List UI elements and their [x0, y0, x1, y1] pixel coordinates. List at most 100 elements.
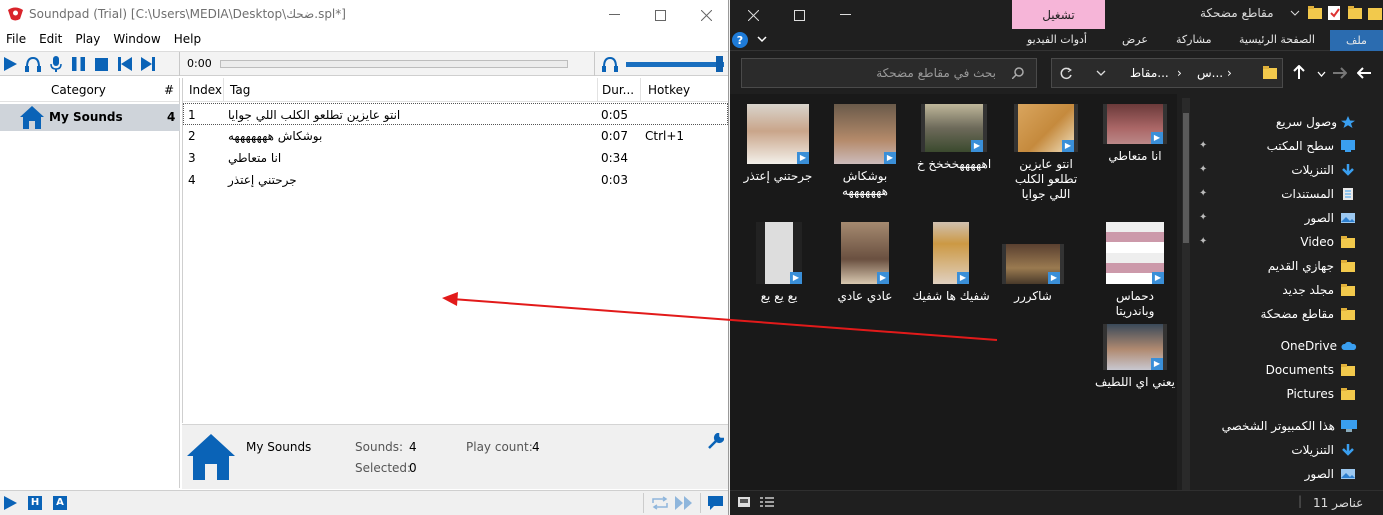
play-microphone-button[interactable]: [47, 56, 65, 72]
previous-button[interactable]: [116, 56, 134, 72]
volume-slider[interactable]: [626, 62, 724, 67]
file-item[interactable]: ▶ شفيك ها شفيك: [911, 222, 991, 304]
repeat-icon[interactable]: [651, 496, 669, 510]
file-item[interactable]: ▶ شاكررر: [993, 244, 1073, 304]
file-item[interactable]: ▶ يعني اي اللطيف: [1095, 324, 1175, 390]
app-folder-icon: [1368, 8, 1382, 20]
category-column-header[interactable]: Category: [51, 83, 106, 97]
dropdown-icon[interactable]: [1290, 8, 1300, 18]
seek-bar[interactable]: [220, 60, 568, 68]
properties-icon[interactable]: [1328, 6, 1342, 20]
minimize-button[interactable]: [822, 0, 868, 30]
column-separator[interactable]: [597, 78, 598, 102]
category-item-my-sounds[interactable]: My Sounds 4: [0, 104, 180, 131]
folder-icon[interactable]: [1308, 6, 1322, 20]
address-part-parent[interactable]: س...: [1197, 66, 1223, 80]
document-icon: [1343, 188, 1353, 200]
play-headphones-button[interactable]: [24, 56, 42, 72]
nav-item-desktop[interactable]: ✦ سطح المكتب: [1177, 135, 1367, 157]
nav-item-old-device[interactable]: جهازي القديم: [1177, 255, 1367, 277]
file-item[interactable]: ▶ عادي عادي: [825, 222, 905, 304]
menu-window[interactable]: Window: [107, 30, 167, 50]
column-separator[interactable]: [223, 78, 224, 102]
maximize-button[interactable]: [637, 0, 683, 30]
file-item[interactable]: ▶ يع يع يع: [739, 222, 819, 304]
nav-item-pictures[interactable]: ✦ الصور: [1177, 207, 1367, 229]
chevron-down-icon[interactable]: [1096, 70, 1106, 78]
sound-row[interactable]: 1 انتو عايزين تطلعو الكلب اللي جوايا 0:0…: [183, 103, 728, 125]
tab-share[interactable]: مشاركة: [1176, 33, 1212, 46]
minimize-button[interactable]: [591, 0, 637, 30]
arrow-left-icon: [1356, 67, 1371, 79]
tag-column-header[interactable]: Tag: [230, 83, 250, 97]
hotkey-column-header[interactable]: Hotkey: [648, 83, 690, 97]
count-column-header[interactable]: #: [164, 83, 174, 97]
soundpad-title-bar[interactable]: Soundpad (Trial) [C:\Users\MEDIA\Desktop…: [0, 0, 728, 30]
close-button[interactable]: [730, 0, 776, 30]
chat-icon[interactable]: [708, 496, 723, 510]
volume-slider-handle[interactable]: [716, 56, 723, 72]
nav-item-onedrive-documents[interactable]: Documents: [1177, 359, 1367, 381]
tab-file[interactable]: ملف: [1330, 30, 1383, 51]
forward-button[interactable]: [1333, 64, 1348, 83]
nav-item-pc-downloads[interactable]: التنزيلات: [1177, 439, 1367, 461]
index-column-header[interactable]: Index: [189, 83, 222, 97]
stop-button[interactable]: [92, 56, 110, 72]
next-button[interactable]: [139, 56, 157, 72]
sound-row[interactable]: 3 انا متعاطي 0:34: [183, 147, 728, 169]
play-icon[interactable]: [3, 496, 17, 510]
nav-item-video[interactable]: ✦ Video: [1177, 231, 1367, 253]
file-item[interactable]: ▶ دحماس وباندريتا: [1095, 222, 1175, 319]
nav-item-onedrive-pictures[interactable]: Pictures: [1177, 383, 1367, 405]
nav-item-onedrive[interactable]: OneDrive: [1177, 335, 1367, 357]
up-button[interactable]: [1293, 64, 1305, 83]
nav-item-quick-access[interactable]: وصول سريع: [1177, 111, 1367, 133]
file-item[interactable]: ▶ اهههههخخخخ خ: [914, 104, 994, 172]
close-button[interactable]: [683, 0, 728, 30]
menu-file[interactable]: File: [0, 30, 33, 50]
explorer-title-bar[interactable]: تشغيل مقاطع مضحكة: [730, 0, 1383, 30]
file-name: جرحتني إعتذر: [743, 169, 813, 183]
tab-home[interactable]: الصفحة الرئيسية: [1239, 33, 1315, 46]
large-icons-view-icon[interactable]: [738, 497, 750, 507]
maximize-button[interactable]: [776, 0, 822, 30]
chevron-down-icon[interactable]: [757, 36, 767, 44]
nav-item-new-folder[interactable]: مجلد جديد: [1177, 279, 1367, 301]
nav-item-this-pc[interactable]: هذا الكمبيوتر الشخصي: [1177, 415, 1367, 437]
tab-video-tools[interactable]: أدوات الفيديو: [1027, 33, 1087, 46]
volume-headphones-button[interactable]: [601, 56, 619, 72]
nav-item-funny-clips[interactable]: مقاطع مضحكة: [1177, 303, 1367, 325]
refresh-icon[interactable]: [1060, 67, 1073, 80]
file-item[interactable]: ▶ بوشكاش هههههههه: [825, 104, 905, 199]
back-button[interactable]: [1356, 64, 1371, 83]
skip-forward-icon[interactable]: [675, 496, 693, 510]
wrench-icon[interactable]: [708, 433, 724, 449]
duration-column-header[interactable]: Dur...: [602, 83, 634, 97]
nav-item-pc-pictures[interactable]: الصور: [1177, 463, 1367, 485]
sound-row[interactable]: 2 بوشكاش هههههههه 0:07 Ctrl+1: [183, 125, 728, 147]
menu-play[interactable]: Play: [69, 30, 107, 50]
play-button[interactable]: [1, 56, 19, 72]
menu-help[interactable]: Help: [168, 30, 208, 50]
address-bar[interactable]: مقاط... › س... ›: [1051, 58, 1283, 88]
sound-row[interactable]: 4 جرحتني إعتذر 0:03: [183, 169, 728, 191]
help-icon[interactable]: ?: [732, 32, 748, 48]
details-view-icon[interactable]: [760, 497, 774, 507]
address-part-current[interactable]: مقاط...: [1130, 66, 1169, 80]
nav-label: Pictures: [1286, 387, 1334, 401]
new-folder-icon[interactable]: [1348, 6, 1362, 20]
column-separator[interactable]: [640, 78, 641, 102]
tab-play-context[interactable]: تشغيل: [1012, 0, 1105, 29]
hotkeys-toggle[interactable]: H: [28, 496, 42, 510]
file-item[interactable]: ▶ انتو عايزين تطلعو الكلب اللي جوايا: [1006, 104, 1086, 202]
file-item[interactable]: ▶ جرحتني إعتذر: [738, 104, 818, 184]
tab-view[interactable]: عرض: [1122, 33, 1148, 46]
nav-item-downloads[interactable]: ✦ التنزيلات: [1177, 159, 1367, 181]
auto-toggle[interactable]: A: [53, 496, 67, 510]
file-item[interactable]: ▶ انا متعاطي: [1095, 104, 1175, 164]
nav-item-documents[interactable]: ✦ المستندات: [1177, 183, 1367, 205]
recent-locations-button[interactable]: [1317, 64, 1326, 83]
menu-edit[interactable]: Edit: [33, 30, 69, 50]
search-input[interactable]: بحث في مقاطع مضحكة: [741, 58, 1037, 88]
pause-button[interactable]: [69, 56, 87, 72]
